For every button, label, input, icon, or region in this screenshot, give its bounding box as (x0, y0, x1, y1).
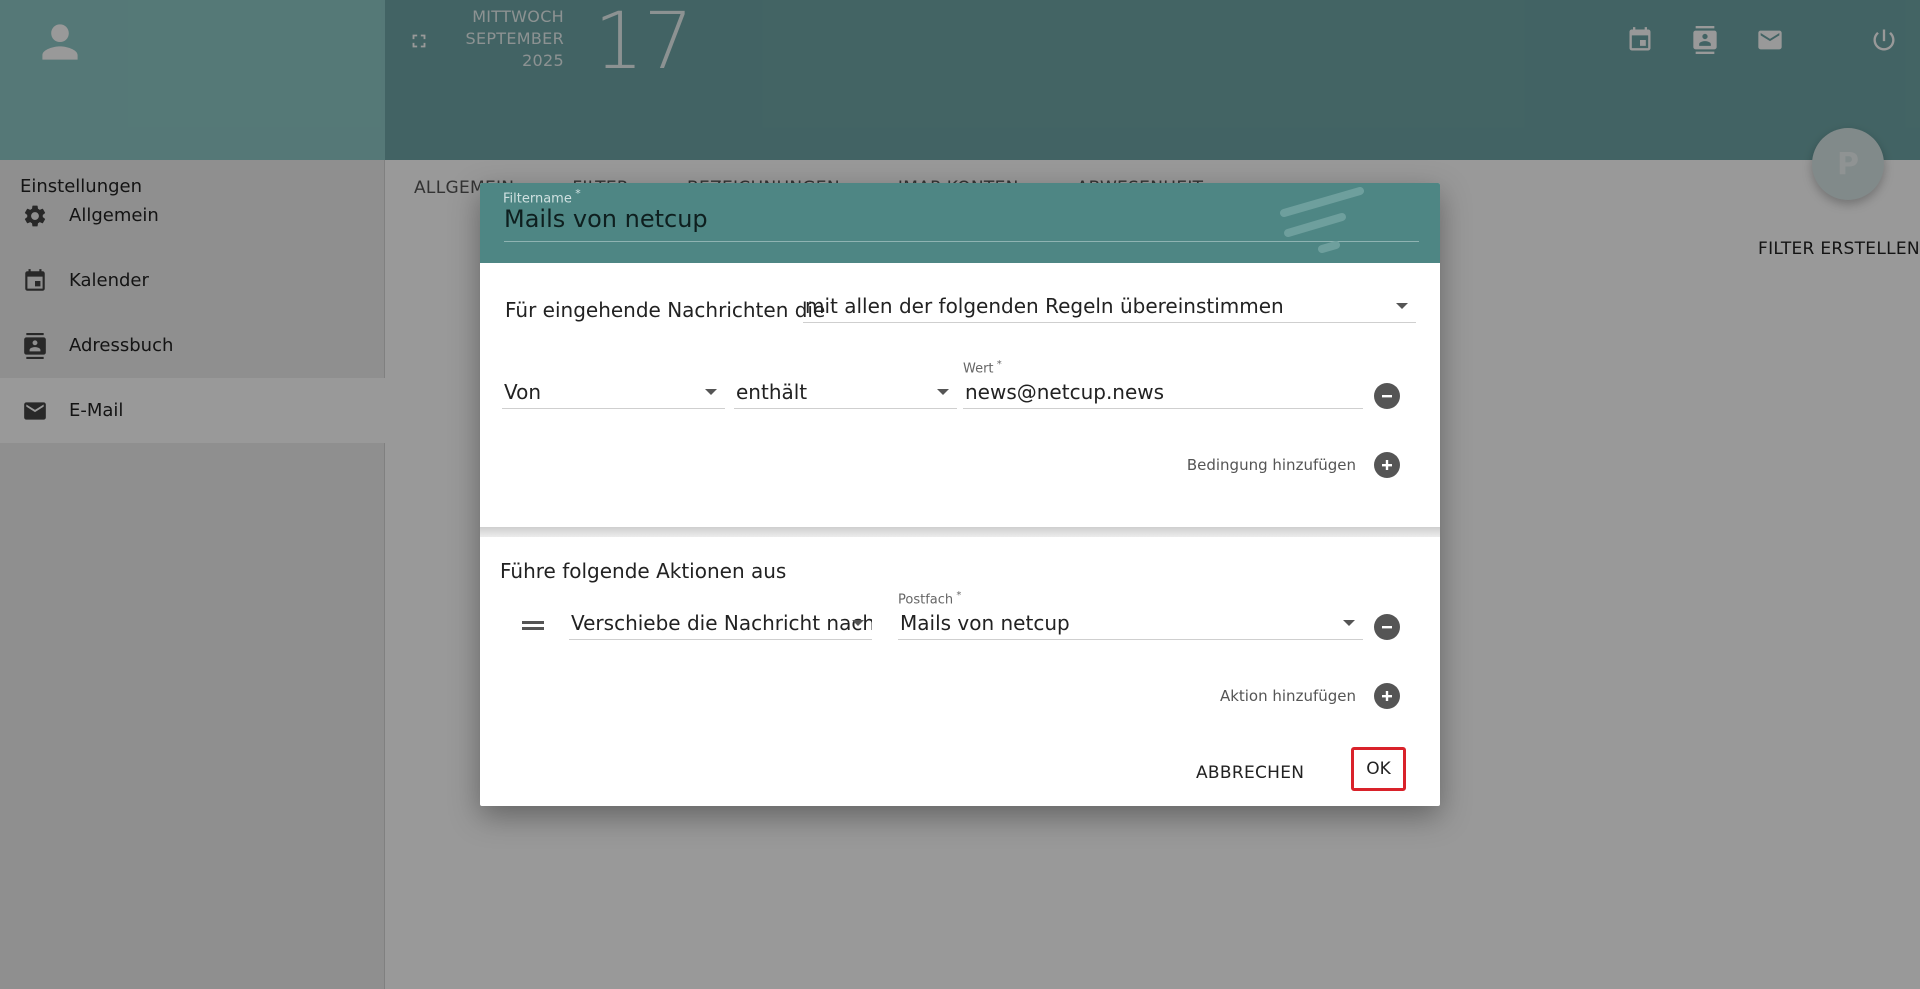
incoming-prefix-text: Für eingehende Nachrichten die (505, 298, 826, 322)
mailbox-field-label: Postfach * (898, 590, 962, 608)
value-field-label: Wert * (963, 359, 1002, 377)
condition-field-value: Von (504, 379, 542, 404)
actions-title: Führe folgende Aktionen aus (500, 559, 787, 583)
mailbox-select[interactable]: Mails von netcup (898, 606, 1363, 640)
section-divider (480, 527, 1440, 537)
add-condition-link[interactable]: Bedingung hinzufügen (1160, 456, 1356, 474)
match-mode-value: mit allen der folgenden Regeln übereinst… (805, 293, 1284, 318)
action-type-select[interactable]: Verschiebe die Nachricht nach (569, 606, 872, 640)
match-mode-select[interactable]: mit allen der folgenden Regeln übereinst… (803, 289, 1416, 323)
filtername-label: Filtername * (503, 187, 581, 207)
chevron-down-icon (852, 620, 864, 626)
ok-button[interactable]: OK (1351, 747, 1406, 791)
condition-field-select[interactable]: Von (502, 375, 725, 409)
action-type-value: Verschiebe die Nachricht nach (571, 610, 872, 635)
conditions-section: Für eingehende Nachrichten die mit allen… (480, 263, 1440, 527)
remove-action-button[interactable] (1374, 614, 1400, 640)
filtername-input[interactable]: Mails von netcup (504, 205, 708, 233)
plus-icon (1382, 691, 1392, 701)
minus-icon (1382, 395, 1392, 398)
filter-dialog: Filtername * Mails von netcup Für eingeh… (480, 183, 1440, 806)
dialog-header: Filtername * Mails von netcup (480, 183, 1440, 263)
chevron-down-icon (1343, 620, 1355, 626)
mailbox-value: Mails von netcup (900, 610, 1070, 635)
filter-decor-icon (1280, 187, 1364, 253)
drag-handle-icon[interactable] (522, 617, 544, 631)
chevron-down-icon (705, 389, 717, 395)
add-condition-button[interactable] (1374, 452, 1400, 478)
condition-value-input[interactable]: news@netcup.news (963, 375, 1363, 409)
remove-condition-button[interactable] (1374, 383, 1400, 409)
condition-operator-value: enthält (736, 379, 808, 404)
condition-operator-select[interactable]: enthält (734, 375, 957, 409)
add-action-link[interactable]: Aktion hinzufügen (1160, 687, 1356, 705)
chevron-down-icon (1396, 303, 1408, 309)
condition-value-text: news@netcup.news (965, 379, 1165, 404)
plus-icon (1382, 460, 1392, 470)
cancel-button[interactable]: ABBRECHEN (1196, 758, 1304, 788)
chevron-down-icon (937, 389, 949, 395)
add-action-button[interactable] (1374, 683, 1400, 709)
minus-icon (1382, 626, 1392, 629)
